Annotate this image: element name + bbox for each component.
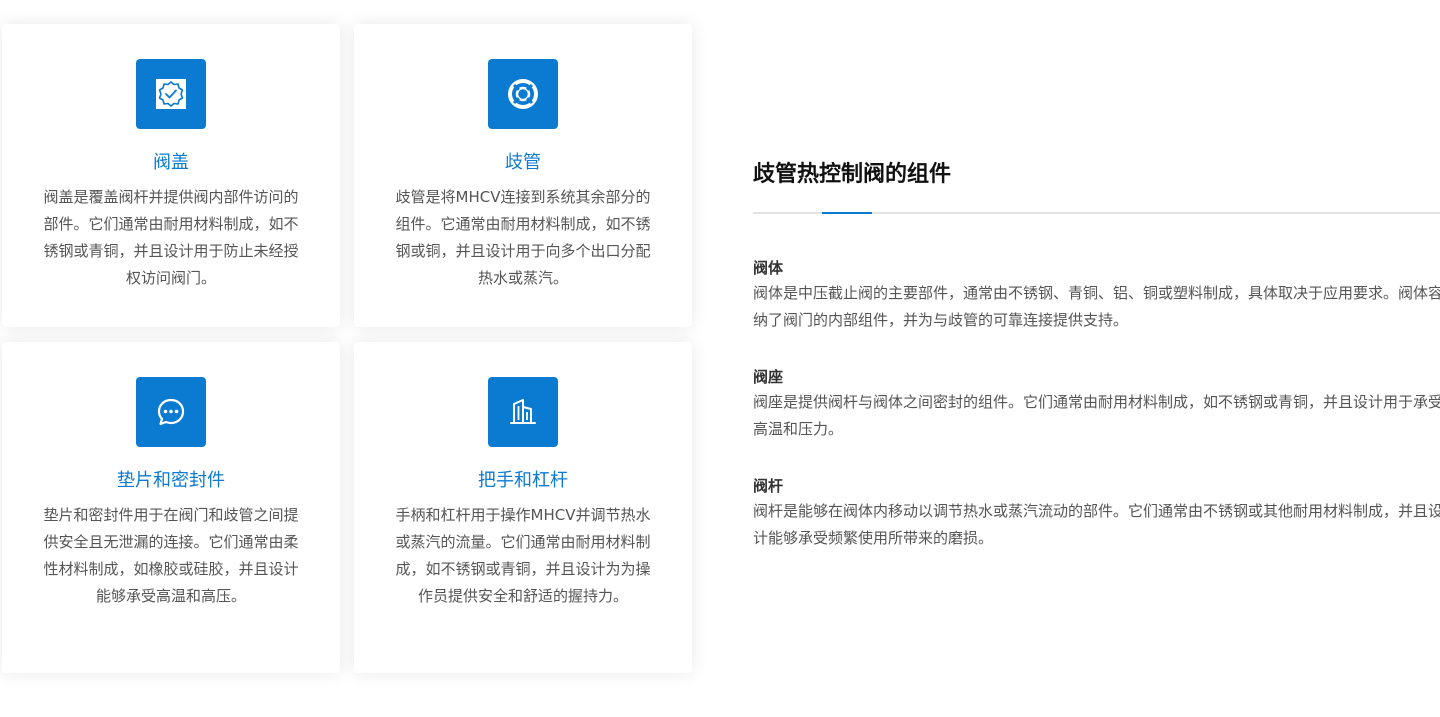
- card-description: 阀盖是覆盖阀杆并提供阀内部件访问的部件。它们通常由耐用材料制成，如不锈钢或青铜，…: [43, 188, 299, 287]
- card-icon-box: [488, 377, 558, 447]
- item-text: 阀座是提供阀杆与阀体之间密封的组件。它们通常由耐用材料制成，如不锈钢或青铜，并且…: [753, 393, 1440, 438]
- building-icon: [510, 399, 536, 424]
- component-item-seat: 阀座 阀座是提供阀杆与阀体之间密封的组件。它们通常由耐用材料制成，如不锈钢或青铜…: [753, 365, 1440, 443]
- page: 阀盖 阀盖是覆盖阀杆并提供阀内部件访问的部件。它们通常由耐用材料制成，如不锈钢或…: [0, 0, 1440, 717]
- component-item-body: 阀体 阀体是中压截止阀的主要部件，通常由不锈钢、青铜、铝、铜或塑料制成，具体取决…: [753, 256, 1440, 334]
- item-text: 阀杆是能够在阀体内移动以调节热水或蒸汽流动的部件。它们通常由不锈钢或其他耐用材料…: [753, 502, 1440, 547]
- card-title: 把手和杠杆: [478, 470, 568, 491]
- card-title: 垫片和密封件: [117, 470, 225, 491]
- item-title: 阀体: [753, 259, 784, 277]
- component-card-manifold: 歧管 歧管是将MHCV连接到系统其余部分的组件。它通常由耐用材料制成，如不锈钢或…: [354, 24, 692, 327]
- component-card-gaskets: 垫片和密封件 垫片和密封件用于在阀门和歧管之间提供安全且无泄漏的连接。它们通常由…: [2, 342, 340, 673]
- card-description: 歧管是将MHCV连接到系统其余部分的组件。它通常由耐用材料制成，如不锈钢或铜，并…: [395, 188, 651, 287]
- section-divider: [753, 212, 1440, 214]
- component-card-bonnet: 阀盖 阀盖是覆盖阀杆并提供阀内部件访问的部件。它们通常由耐用材料制成，如不锈钢或…: [2, 24, 340, 327]
- badge-check-icon: [156, 79, 186, 109]
- item-title: 阀座: [753, 368, 784, 386]
- component-card-handles: 把手和杠杆 手柄和杠杆用于操作MHCV并调节热水或蒸汽的流量。它们通常由耐用材料…: [354, 342, 692, 673]
- section-title: 歧管热控制阀的组件: [753, 162, 952, 187]
- card-title: 阀盖: [153, 152, 189, 173]
- card-icon-box: [136, 59, 206, 129]
- item-title: 阀杆: [753, 477, 784, 495]
- item-text: 阀体是中压截止阀的主要部件，通常由不锈钢、青铜、铝、铜或塑料制成，具体取决于应用…: [753, 284, 1440, 329]
- components-section: 歧管热控制阀的组件 阀体 阀体是中压截止阀的主要部件，通常由不锈钢、青铜、铝、铜…: [753, 150, 1440, 547]
- chat-bubble-icon: [157, 398, 185, 426]
- card-icon-box: [488, 59, 558, 129]
- component-item-stem: 阀杆 阀杆是能够在阀体内移动以调节热水或蒸汽流动的部件。它们通常由不锈钢或其他耐…: [753, 474, 1440, 552]
- card-icon-box: [136, 377, 206, 447]
- section-divider-accent: [822, 212, 872, 214]
- card-description: 手柄和杠杆用于操作MHCV并调节热水或蒸汽的流量。它们通常由耐用材料制成，如不锈…: [395, 506, 651, 605]
- card-title: 歧管: [505, 152, 541, 173]
- card-description: 垫片和密封件用于在阀门和歧管之间提供安全且无泄漏的连接。它们通常由柔性材料制成，…: [43, 506, 299, 605]
- lifebuoy-icon: [508, 79, 538, 109]
